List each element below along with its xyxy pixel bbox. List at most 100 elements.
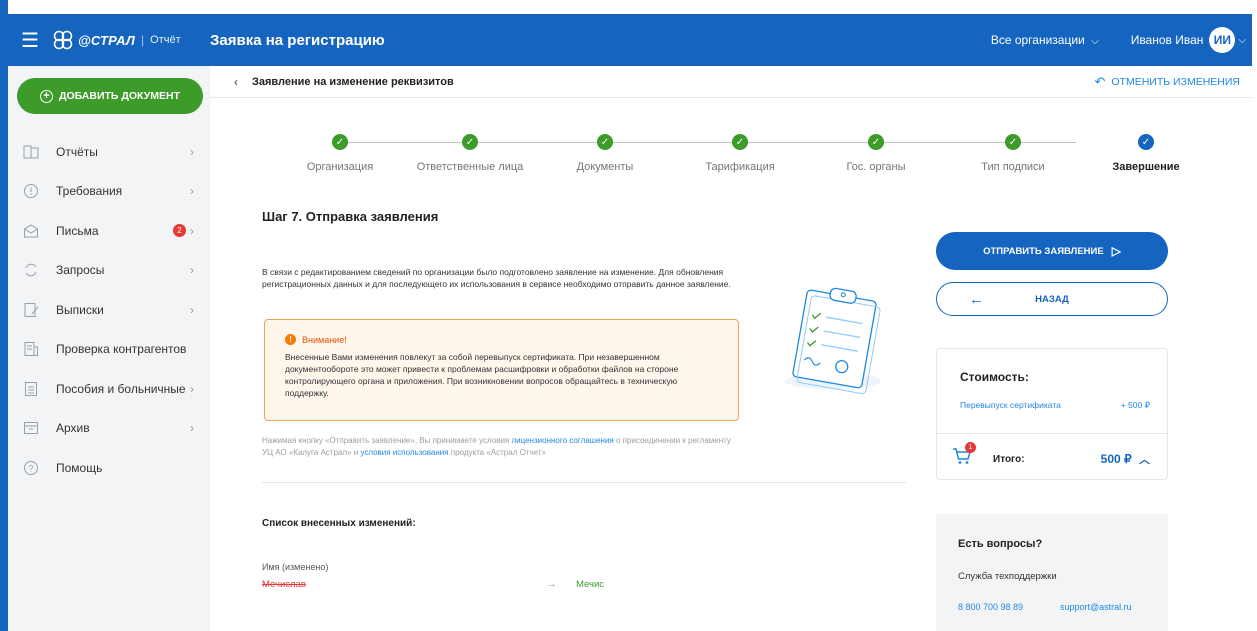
check-icon: ✓ — [868, 134, 884, 150]
cost-item-price: + 500 ₽ — [1120, 400, 1150, 410]
sidebar-item-reports[interactable]: Отчёты › — [8, 132, 210, 172]
step-completion[interactable]: ✓ Завершение — [1076, 134, 1216, 173]
license-agreement-link[interactable]: лицензионного соглашения — [511, 436, 613, 445]
warning-title-row: ! Внимание! — [285, 334, 720, 345]
unread-badge: 2 — [173, 224, 186, 238]
step-organization[interactable]: ✓ Организация — [270, 134, 410, 173]
cancel-changes-button[interactable]: ↶ ОТМЕНИТЬ ИЗМЕНЕНИЯ — [1094, 74, 1240, 90]
step-label: Тарификация — [705, 161, 775, 173]
sidebar-item-benefits[interactable]: Пособия и больничные › — [8, 369, 210, 409]
help-card: Есть вопросы? Служба техподдержки 8 800 … — [936, 514, 1168, 631]
chevron-right-icon: › — [190, 184, 194, 199]
statements-icon — [22, 301, 40, 319]
warning-box: ! Внимание! Внесенные Вами изменения пов… — [264, 319, 739, 421]
sidebar-item-requirements[interactable]: Требования › — [8, 172, 210, 212]
sidebar-item-mail[interactable]: Письма 2 › — [8, 211, 210, 251]
mail-icon — [22, 222, 40, 240]
warning-icon: ! — [285, 334, 296, 345]
arrow-left-icon: ← — [969, 290, 984, 308]
add-document-label: ДОБАВИТЬ ДОКУМЕНТ — [59, 90, 180, 102]
help-subtitle: Служба техподдержки — [958, 571, 1057, 582]
step-documents[interactable]: ✓ Документы — [535, 134, 675, 173]
cost-item-label: Перевыпуск сертификата — [960, 400, 1061, 410]
avatar: ИИ — [1209, 27, 1236, 53]
warning-title: Внимание! — [302, 334, 347, 345]
reports-icon — [22, 143, 40, 161]
back-button[interactable]: ← НАЗАД — [936, 282, 1168, 316]
clipboard-checklist-icon — [785, 287, 881, 395]
changed-field-label: Имя (изменено) — [262, 562, 329, 572]
cost-title: Стоимость: — [960, 370, 1029, 384]
user-menu[interactable]: Иванов Иван ИИ ⌵ — [1131, 27, 1252, 53]
step-tariffs[interactable]: ✓ Тарификация — [670, 134, 810, 173]
chevron-right-icon: › — [190, 421, 194, 436]
logo-separator: | — [141, 33, 145, 47]
total-amount: 500 ₽ — [1100, 452, 1132, 466]
total-value[interactable]: 500 ₽ ︿ — [1101, 451, 1150, 467]
chevron-up-icon: ︿ — [1139, 454, 1150, 466]
step-responsible-persons[interactable]: ✓ Ответственные лица — [400, 134, 540, 173]
step-label: Документы — [576, 161, 634, 173]
counterparty-icon — [22, 340, 40, 358]
support-phone-link[interactable]: 8 800 700 98 89 — [958, 602, 1023, 612]
check-icon: ✓ — [597, 134, 613, 150]
sidebar-item-label: Выписки — [56, 302, 104, 317]
app-header: ☰ @СТРАЛ | Отчёт Заявка на регистрацию В… — [8, 14, 1252, 66]
sidebar-item-label: Отчёты — [56, 144, 98, 159]
clipboard-illustration — [765, 281, 895, 401]
step-label: Гос. органы — [846, 161, 906, 173]
chevron-right-icon: › — [190, 302, 194, 317]
svg-text:?: ? — [28, 463, 33, 473]
old-value: Мечислав — [262, 579, 306, 590]
sidebar-item-statements[interactable]: Выписки › — [8, 290, 210, 330]
total-label: Итого: — [993, 454, 1025, 465]
requirements-icon — [22, 182, 40, 200]
window-edge — [0, 0, 8, 631]
send-application-button[interactable]: ОТПРАВИТЬ ЗАЯВЛЕНИЕ ▷ — [936, 232, 1168, 270]
send-application-label: ОТПРАВИТЬ ЗАЯВЛЕНИЕ — [983, 245, 1104, 257]
changes-title: Список внесенных изменений: — [262, 518, 416, 529]
logo-product: Отчёт — [150, 34, 181, 46]
menu-icon[interactable]: ☰ — [8, 28, 52, 53]
send-icon: ▷ — [1111, 244, 1121, 258]
sidebar-item-label: Запросы — [56, 263, 105, 278]
back-chevron-icon[interactable]: ‹ — [234, 75, 238, 89]
step-government-bodies[interactable]: ✓ Гос. органы — [806, 134, 946, 173]
chevron-right-icon: › — [190, 263, 194, 278]
license-text-1: Нажимая кнопку «Отправить заявление», Вы… — [262, 436, 512, 445]
app-window: ☰ @СТРАЛ | Отчёт Заявка на регистрацию В… — [0, 0, 1257, 631]
organization-select-label: Все организации — [990, 33, 1085, 47]
chevron-down-icon: ⌵ — [1091, 36, 1099, 47]
sidebar-item-counterparty-check[interactable]: Проверка контрагентов — [8, 330, 210, 370]
sidebar-item-label: Требования — [56, 184, 123, 199]
step-signature-type[interactable]: ✓ Тип подписи — [943, 134, 1083, 173]
requests-icon — [22, 261, 40, 279]
help-title: Есть вопросы? — [958, 538, 1043, 550]
organization-select[interactable]: Все организации ⌵ — [991, 33, 1099, 47]
step-label: Завершение — [1112, 161, 1180, 173]
help-icon: ? — [22, 459, 40, 477]
add-document-button[interactable]: + ДОБАВИТЬ ДОКУМЕНТ — [17, 78, 203, 114]
chevron-right-icon: › — [190, 144, 194, 159]
support-email-link[interactable]: support@astral.ru — [1060, 602, 1132, 612]
plus-circle-icon: + — [40, 89, 53, 103]
section-divider — [262, 482, 906, 483]
sidebar-item-label: Письма — [56, 223, 99, 238]
sidebar-item-requests[interactable]: Запросы › — [8, 251, 210, 291]
terms-of-use-link[interactable]: условия использования — [360, 448, 448, 457]
cart-badge: 1 — [965, 442, 976, 453]
sidebar-item-label: Проверка контрагентов — [56, 342, 187, 357]
license-note: Нажимая кнопку «Отправить заявление», Вы… — [262, 435, 742, 459]
logo: @СТРАЛ | Отчёт — [52, 29, 204, 51]
check-icon: ✓ — [462, 134, 478, 150]
check-icon: ✓ — [332, 134, 348, 150]
chevron-down-icon: ⌵ — [1238, 34, 1246, 46]
sidebar-item-help[interactable]: ? Помощь — [8, 448, 210, 488]
sidebar-item-archive[interactable]: Архив › — [8, 409, 210, 449]
sidebar-item-label: Архив — [56, 421, 90, 436]
sidebar-item-label: Пособия и больничные — [56, 381, 186, 396]
step-label: Тип подписи — [981, 161, 1045, 173]
logo-icon — [53, 30, 73, 50]
sidebar-nav: Отчёты › Требования › Письма 2 › Запросы… — [8, 132, 210, 488]
benefits-icon — [22, 380, 40, 398]
